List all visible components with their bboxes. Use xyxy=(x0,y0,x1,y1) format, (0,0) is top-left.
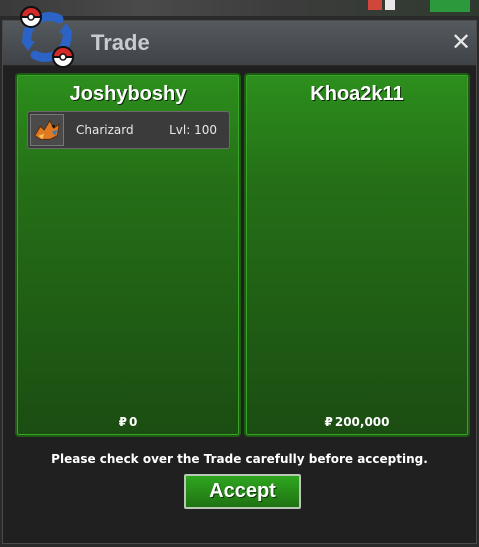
left-trade-panel: Joshyboshy Charizard Lvl: 100 ₽0 xyxy=(15,73,241,437)
charizard-icon xyxy=(30,114,64,146)
trade-pokeball-swap-icon xyxy=(19,6,75,68)
close-button[interactable]: ✕ xyxy=(450,28,472,56)
accept-button[interactable]: Accept xyxy=(184,474,301,509)
currency-icon: ₽ xyxy=(324,415,333,429)
money-amount: 200,000 xyxy=(334,415,390,429)
trade-notice: Please check over the Trade carefully be… xyxy=(51,452,428,466)
background-tile xyxy=(385,0,395,10)
background-tile xyxy=(368,0,382,10)
left-player-name: Joshyboshy xyxy=(69,83,187,105)
currency-icon: ₽ xyxy=(118,415,127,429)
item-name: Charizard xyxy=(76,123,134,137)
trade-window: Trade ✕ Joshyboshy Charizard Lvl: 100 ₽ … xyxy=(2,6,477,544)
trade-item-slot[interactable]: Charizard Lvl: 100 xyxy=(27,111,230,149)
item-level: Lvl: 100 xyxy=(169,123,217,137)
left-money: ₽0 xyxy=(17,415,239,429)
close-icon: ✕ xyxy=(450,28,472,56)
money-amount: 0 xyxy=(129,415,138,429)
background-tile xyxy=(430,0,470,12)
window-title: Trade xyxy=(91,30,150,55)
right-trade-panel: Khoa2k11 ₽200,000 xyxy=(244,73,470,437)
right-money: ₽200,000 xyxy=(246,415,468,429)
right-player-name: Khoa2k11 xyxy=(310,83,404,105)
